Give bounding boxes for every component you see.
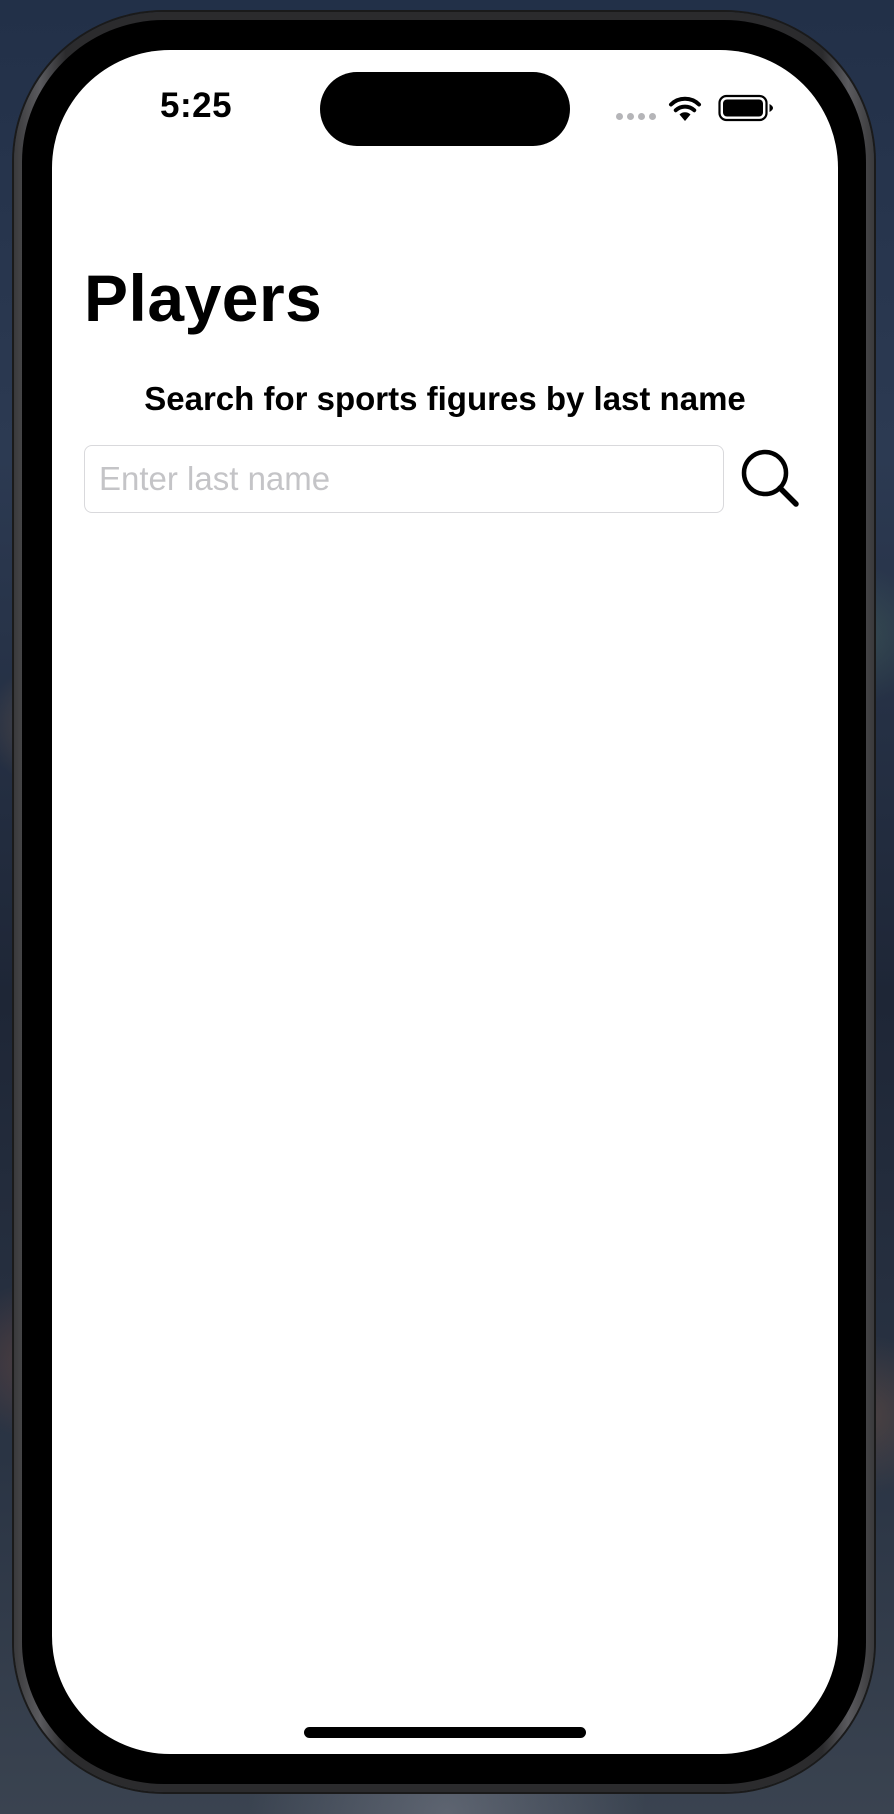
search-instruction: Search for sports figures by last name [144,380,746,417]
search-icon [741,449,799,507]
cellular-dots-icon [616,113,656,120]
home-indicator[interactable] [304,1727,586,1738]
dynamic-island [320,72,570,146]
status-time: 5:25 [160,86,233,125]
last-name-input[interactable] [84,445,724,513]
search-button[interactable] [740,448,804,512]
battery-icon [718,94,773,122]
page-title: Players [84,261,323,335]
app-screen: 5:25 Players Search for sports figures b… [52,50,838,1754]
wifi-icon [669,96,701,121]
